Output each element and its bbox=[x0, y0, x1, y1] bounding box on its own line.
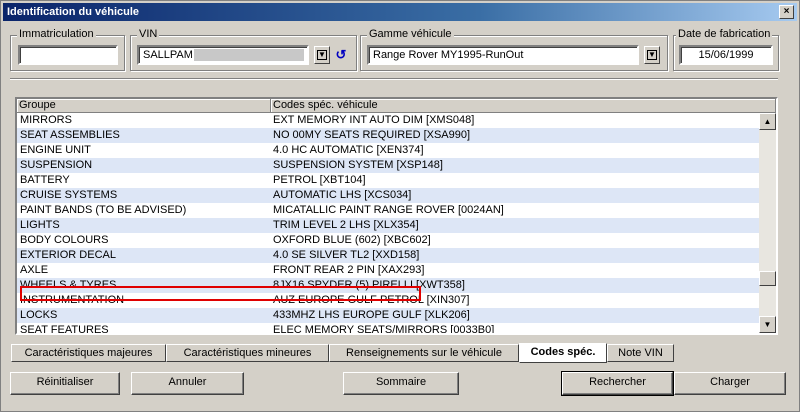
group-cell: SUSPENSION bbox=[20, 159, 93, 171]
group-cell: PAINT BANDS (TO BE ADVISED) bbox=[20, 204, 187, 216]
table-rows: MIRRORS EXT MEMORY INT AUTO DIM [XMS048] … bbox=[17, 113, 759, 335]
tab-minor-features[interactable]: Caractéristiques mineures bbox=[166, 344, 329, 362]
vin-label: VIN bbox=[137, 28, 160, 40]
vin-redacted-block bbox=[193, 49, 304, 62]
code-cell: 8JX16 SPYDER (5) PIRELLI [XWT358] bbox=[273, 279, 465, 291]
table-row[interactable]: AXLE FRONT REAR 2 PIN [XAX293] bbox=[17, 263, 759, 278]
table-row[interactable]: INSTRUMENTATION AUZ EUROPE GULF PETROL [X… bbox=[17, 293, 759, 308]
group-cell: ENGINE UNIT bbox=[20, 144, 91, 156]
table-row[interactable]: SUSPENSION SUSPENSION SYSTEM [XSP148] bbox=[17, 158, 759, 173]
chevron-down-icon: ▼ bbox=[647, 50, 657, 60]
tab-spec-codes[interactable]: Codes spéc. bbox=[519, 343, 607, 363]
group-cell: SEAT FEATURES bbox=[20, 324, 109, 335]
registration-field[interactable] bbox=[18, 45, 118, 65]
code-cell: 433MHZ LHS EUROPE GULF [XLK206] bbox=[273, 309, 470, 321]
table-row[interactable]: WHEELS & TYRES 8JX16 SPYDER (5) PIRELLI [… bbox=[17, 278, 759, 293]
code-cell: 4.0 HC AUTOMATIC [XEN374] bbox=[273, 144, 424, 156]
vehicle-identification-window: Identification du véhicule × Immatricula… bbox=[0, 0, 800, 412]
table-header: Groupe Codes spéc. véhicule bbox=[17, 99, 776, 113]
table-row[interactable]: EXTERIOR DECAL 4.0 SE SILVER TL2 [XXD158] bbox=[17, 248, 759, 263]
table-row[interactable]: BODY COLOURS OXFORD BLUE (602) [XBC602] bbox=[17, 233, 759, 248]
code-cell: EXT MEMORY INT AUTO DIM [XMS048] bbox=[273, 114, 475, 126]
table-row[interactable]: MIRRORS EXT MEMORY INT AUTO DIM [XMS048] bbox=[17, 113, 759, 128]
table-row[interactable]: CRUISE SYSTEMS AUTOMATIC LHS [XCS034] bbox=[17, 188, 759, 203]
build-date-label: Date de fabrication bbox=[676, 28, 773, 40]
registration-label: Immatriculation bbox=[17, 28, 96, 40]
scroll-up-button[interactable]: ▲ bbox=[759, 113, 776, 130]
summary-button[interactable]: Sommaire bbox=[343, 372, 459, 395]
refresh-icon[interactable]: ↺ bbox=[334, 46, 348, 64]
group-cell: CRUISE SYSTEMS bbox=[20, 189, 118, 201]
code-cell: AUTOMATIC LHS [XCS034] bbox=[273, 189, 412, 201]
table-row[interactable]: LIGHTS TRIM LEVEL 2 LHS [XLX354] bbox=[17, 218, 759, 233]
vin-dropdown-button[interactable]: ▼ bbox=[314, 46, 330, 64]
table-row[interactable]: PAINT BANDS (TO BE ADVISED) MICATALLIC PA… bbox=[17, 203, 759, 218]
range-field[interactable]: Range Rover MY1995-RunOut bbox=[367, 45, 639, 65]
code-cell: NO 00MY SEATS REQUIRED [XSA990] bbox=[273, 129, 471, 141]
reset-button[interactable]: Réinitialiser bbox=[10, 372, 120, 395]
group-cell: MIRRORS bbox=[20, 114, 72, 126]
vin-value: SALLPAM bbox=[143, 49, 193, 61]
group-cell: SEAT ASSEMBLIES bbox=[20, 129, 120, 141]
code-cell: PETROL [XBT104] bbox=[273, 174, 366, 186]
group-cell: WHEELS & TYRES bbox=[20, 279, 117, 291]
cancel-button[interactable]: Annuler bbox=[131, 372, 244, 395]
spec-codes-table: Groupe Codes spéc. véhicule MIRRORS EXT M… bbox=[15, 97, 778, 335]
code-cell: ELEC MEMORY SEATS/MIRRORS [0033B0] bbox=[273, 324, 495, 335]
scroll-thumb[interactable] bbox=[759, 271, 776, 286]
code-cell: OXFORD BLUE (602) [XBC602] bbox=[273, 234, 431, 246]
window-title: Identification du véhicule bbox=[7, 6, 140, 18]
code-cell: MICATALLIC PAINT RANGE ROVER [0024AN] bbox=[273, 204, 504, 216]
chevron-down-icon: ▼ bbox=[317, 50, 327, 60]
header-separator bbox=[10, 78, 778, 80]
title-bar: Identification du véhicule × bbox=[3, 3, 797, 21]
tab-vin-note[interactable]: Note VIN bbox=[607, 344, 674, 362]
code-cell: SUSPENSION SYSTEM [XSP148] bbox=[273, 159, 443, 171]
group-cell: LIGHTS bbox=[20, 219, 60, 231]
group-cell: LOCKS bbox=[20, 309, 58, 321]
code-cell: TRIM LEVEL 2 LHS [XLX354] bbox=[273, 219, 419, 231]
tab-vehicle-information[interactable]: Renseignements sur le véhicule bbox=[329, 344, 519, 362]
range-label: Gamme véhicule bbox=[367, 28, 454, 40]
code-cell: 4.0 SE SILVER TL2 [XXD158] bbox=[273, 249, 420, 261]
close-icon: × bbox=[783, 6, 790, 17]
table-row[interactable]: SEAT FEATURES ELEC MEMORY SEATS/MIRRORS [… bbox=[17, 323, 759, 335]
load-button[interactable]: Charger bbox=[674, 372, 786, 395]
arrow-down-icon: ▼ bbox=[763, 320, 772, 329]
table-row[interactable]: ENGINE UNIT 4.0 HC AUTOMATIC [XEN374] bbox=[17, 143, 759, 158]
group-cell: AXLE bbox=[20, 264, 49, 276]
group-cell: BATTERY bbox=[20, 174, 70, 186]
column-header-group[interactable]: Groupe bbox=[17, 99, 271, 113]
group-cell: BODY COLOURS bbox=[20, 234, 109, 246]
code-cell: FRONT REAR 2 PIN [XAX293] bbox=[273, 264, 425, 276]
close-button[interactable]: × bbox=[779, 5, 794, 19]
code-cell: AUZ EUROPE GULF PETROL [XIN307] bbox=[273, 294, 470, 306]
table-row[interactable]: LOCKS 433MHZ LHS EUROPE GULF [XLK206] bbox=[17, 308, 759, 323]
vertical-scrollbar[interactable]: ▲ ▼ bbox=[759, 113, 776, 333]
arrow-up-icon: ▲ bbox=[763, 117, 772, 126]
vin-field[interactable]: SALLPAM bbox=[137, 45, 309, 65]
scroll-down-button[interactable]: ▼ bbox=[759, 316, 776, 333]
column-header-codes[interactable]: Codes spéc. véhicule bbox=[271, 99, 776, 113]
group-cell: EXTERIOR DECAL bbox=[20, 249, 116, 261]
build-date-field[interactable]: 15/06/1999 bbox=[679, 45, 773, 65]
table-row[interactable]: BATTERY PETROL [XBT104] bbox=[17, 173, 759, 188]
table-row[interactable]: SEAT ASSEMBLIES NO 00MY SEATS REQUIRED [X… bbox=[17, 128, 759, 143]
group-cell: INSTRUMENTATION bbox=[20, 294, 125, 306]
tab-major-features[interactable]: Caractéristiques majeures bbox=[11, 344, 166, 362]
search-button[interactable]: Rechercher bbox=[561, 371, 674, 396]
range-dropdown-button[interactable]: ▼ bbox=[644, 46, 660, 64]
